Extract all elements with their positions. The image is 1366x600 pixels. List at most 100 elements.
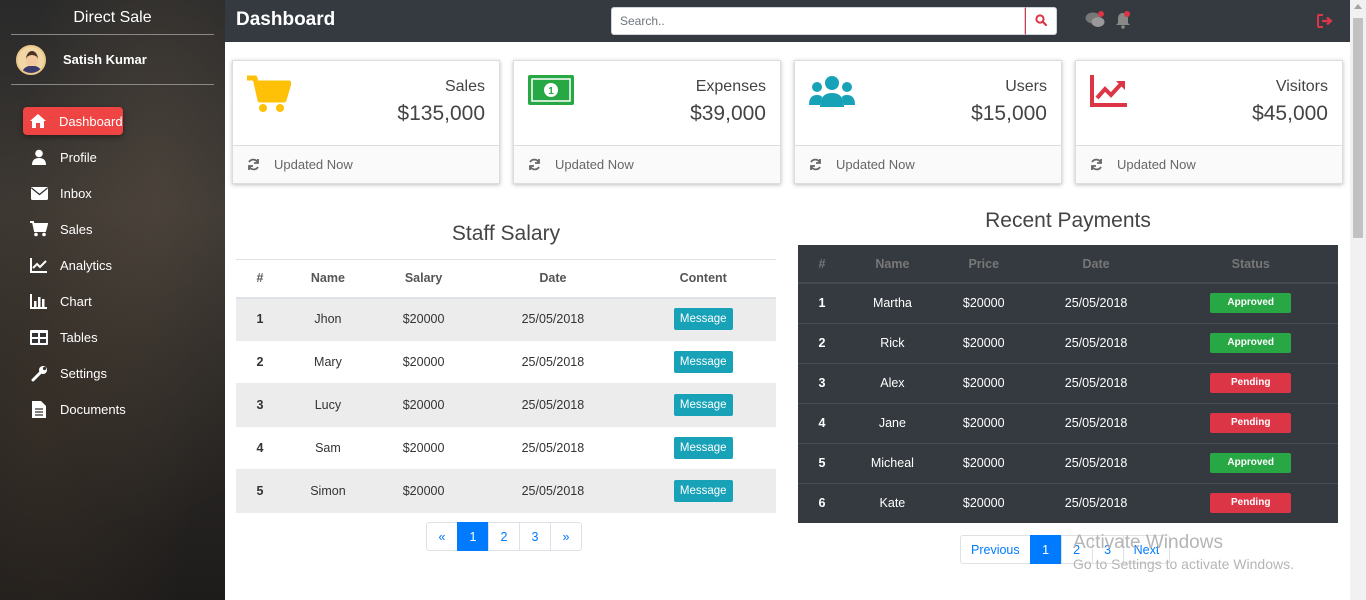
cell-content: Message — [630, 340, 776, 384]
card-footer: Updated Now — [233, 145, 499, 183]
windows-activation-watermark: Activate Windows Go to Settings to activ… — [1073, 532, 1294, 572]
avatar — [16, 44, 46, 75]
page-3-button[interactable]: 3 — [519, 522, 551, 551]
page-previous-button[interactable]: Previous — [960, 535, 1031, 564]
column-header: # — [236, 259, 284, 299]
message-button[interactable]: Message — [673, 437, 733, 459]
sidebar-item-chart[interactable]: Chart — [0, 283, 225, 319]
refresh-icon[interactable] — [1090, 158, 1103, 171]
refresh-icon[interactable] — [528, 158, 541, 171]
line-chart-icon — [30, 257, 48, 273]
cell-date: 25/05/2018 — [475, 383, 631, 427]
search-icon — [1035, 13, 1048, 29]
user-name: Satish Kumar — [63, 52, 147, 67]
bar-chart-icon — [30, 293, 48, 309]
cell-id: 4 — [798, 402, 846, 443]
cell-date: 25/05/2018 — [475, 426, 631, 470]
scroll-up-icon[interactable] — [1354, 4, 1362, 9]
cell-content: Message — [630, 426, 776, 470]
cell-date: 25/05/2018 — [1028, 362, 1164, 403]
search-button[interactable] — [1025, 7, 1057, 35]
sidebar-item-label: Inbox — [60, 185, 92, 201]
cell-name: Micheal — [846, 442, 939, 483]
cell-salary: $20000 — [371, 426, 476, 470]
page-scrollbar[interactable] — [1350, 0, 1366, 600]
cell-price: $20000 — [938, 282, 1029, 323]
card-footer-text: Updated Now — [555, 157, 634, 172]
page-prev-button[interactable]: « — [426, 522, 458, 551]
cell-name: Mary — [284, 340, 372, 384]
refresh-icon[interactable] — [809, 158, 822, 171]
cell-salary: $20000 — [371, 297, 476, 341]
message-button[interactable]: Message — [673, 308, 733, 331]
sidebar-item-label: Profile — [60, 149, 97, 165]
sidebar-item-label: Sales — [60, 221, 93, 237]
bell-icon[interactable] — [1115, 11, 1131, 32]
card-label: Expenses — [695, 78, 766, 95]
card-footer-text: Updated Now — [1117, 157, 1196, 172]
cell-name: Alex — [846, 362, 939, 403]
cell-price: $20000 — [938, 322, 1029, 363]
sidebar-item-inbox[interactable]: Inbox — [0, 175, 225, 211]
cell-name: Jane — [846, 402, 939, 443]
column-header: Date — [1028, 245, 1164, 284]
envelope-icon — [30, 185, 48, 201]
sidebar-nav: Dashboard Profile Inbox Sales Analytics … — [0, 103, 225, 427]
sidebar-item-tables[interactable]: Tables — [0, 319, 225, 355]
table-row: 5 Micheal $20000 25/05/2018 Approved — [798, 442, 1338, 483]
table-row: 1 Jhon $20000 25/05/2018 Message — [236, 297, 776, 341]
watermark-title: Activate Windows — [1073, 532, 1223, 553]
card-users: Users $15,000 Updated Now — [794, 60, 1062, 184]
message-button[interactable]: Message — [673, 394, 733, 416]
message-button[interactable]: Message — [673, 351, 733, 373]
page-1-button[interactable]: 1 — [457, 522, 489, 551]
card-footer: Updated Now — [795, 145, 1061, 183]
brand-title: Direct Sale — [11, 0, 214, 35]
cell-date: 25/05/2018 — [475, 340, 631, 384]
watermark-subtitle: Go to Settings to activate Windows. — [1073, 556, 1294, 572]
staff-salary-title: Staff Salary — [451, 222, 561, 245]
user-icon — [30, 149, 48, 165]
sidebar-item-sales[interactable]: Sales — [0, 211, 225, 247]
document-icon — [30, 400, 48, 418]
recent-payments-title: Recent Payments — [985, 209, 1151, 232]
page-next-button[interactable]: » — [550, 522, 582, 551]
cell-id: 1 — [798, 282, 846, 323]
scrollbar-thumb[interactable] — [1353, 18, 1363, 238]
status-badge: Approved — [1210, 453, 1292, 473]
sidebar-item-documents[interactable]: Documents — [0, 391, 225, 427]
cell-date: 25/05/2018 — [475, 297, 631, 341]
user-profile[interactable]: Satish Kumar — [11, 35, 214, 85]
page-1-button[interactable]: 1 — [1029, 535, 1062, 564]
cell-name: Simon — [284, 469, 372, 513]
cell-status: Pending — [1163, 402, 1338, 443]
cell-content: Message — [630, 469, 776, 513]
page-2-button[interactable]: 2 — [488, 522, 520, 551]
messages-icon[interactable] — [1085, 11, 1105, 32]
sidebar-item-analytics[interactable]: Analytics — [0, 247, 225, 283]
cell-id: 1 — [236, 297, 284, 341]
cell-salary: $20000 — [371, 469, 476, 513]
svg-text:1: 1 — [548, 86, 554, 97]
cell-name: Lucy — [284, 383, 372, 427]
sidebar-item-settings[interactable]: Settings — [0, 355, 225, 391]
cart-icon — [30, 221, 48, 237]
card-footer: Updated Now — [514, 145, 780, 183]
refresh-icon[interactable] — [247, 158, 260, 171]
cell-price: $20000 — [938, 362, 1029, 403]
cell-salary: $20000 — [371, 340, 476, 384]
search-input[interactable] — [611, 7, 1025, 35]
cell-id: 2 — [798, 322, 846, 363]
logout-icon[interactable] — [1317, 14, 1333, 31]
card-footer-text: Updated Now — [274, 157, 353, 172]
sidebar-item-dashboard[interactable]: Dashboard — [0, 103, 225, 139]
table-row: 6 Kate $20000 25/05/2018 Pending — [798, 482, 1338, 523]
table-header-row: # Name Salary Date Content — [236, 259, 776, 299]
card-value: $45,000 — [1252, 102, 1328, 125]
cell-id: 6 — [798, 482, 846, 523]
cell-date: 25/05/2018 — [1028, 322, 1164, 363]
cell-status: Pending — [1163, 362, 1338, 403]
message-button[interactable]: Message — [673, 480, 733, 503]
sidebar-item-profile[interactable]: Profile — [0, 139, 225, 175]
card-expenses: 1 Expenses $39,000 Updated Now — [513, 60, 781, 184]
